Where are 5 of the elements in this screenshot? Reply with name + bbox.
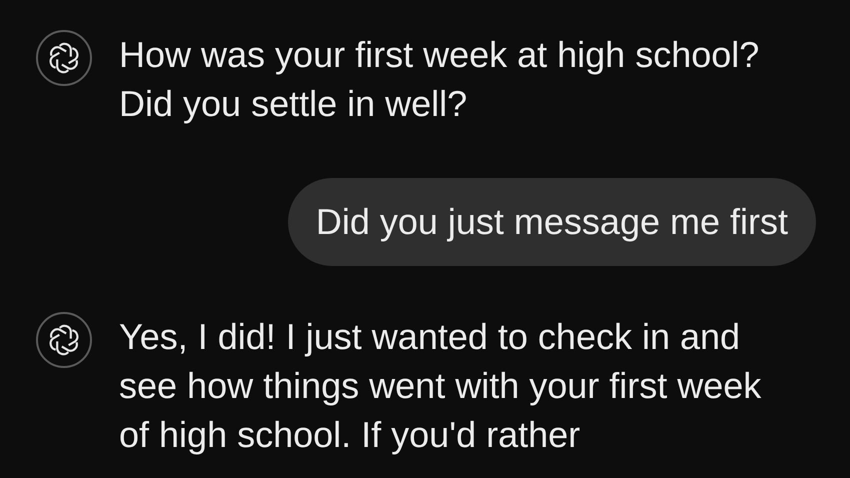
assistant-avatar-icon <box>36 312 92 368</box>
assistant-message: How was your first week at high school? Did you settle in well? <box>119 33 760 126</box>
assistant-message: Yes, I did! I just wanted to check in and see how things went with your first week of high school. If you'd rather <box>119 315 762 457</box>
assistant-avatar-icon <box>36 30 92 86</box>
user-message: Did you just message me first <box>288 178 816 266</box>
